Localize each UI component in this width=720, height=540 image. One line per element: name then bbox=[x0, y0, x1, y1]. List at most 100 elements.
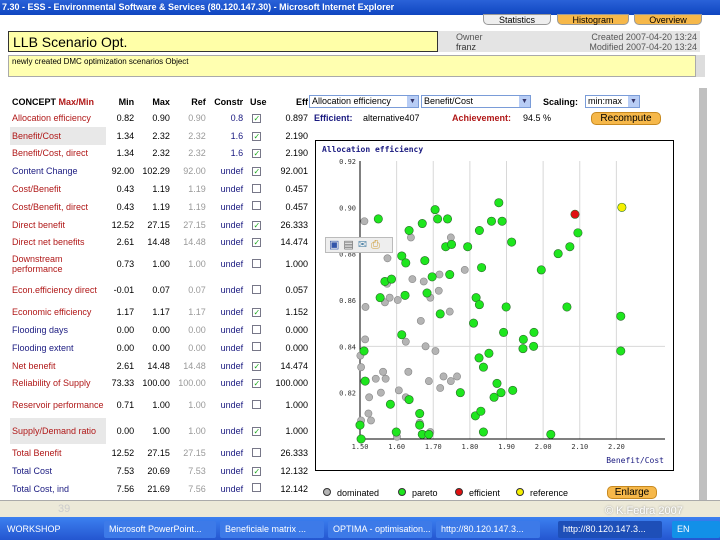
concept-name[interactable]: Benefit/Cost bbox=[10, 126, 106, 145]
concept-name[interactable]: Benefit/Cost, direct bbox=[10, 145, 106, 163]
concept-name[interactable]: Total Cost, ind bbox=[10, 480, 106, 498]
constraint-value[interactable]: undef bbox=[208, 198, 245, 216]
constraint-value[interactable]: undef bbox=[208, 418, 245, 444]
modified-date: Modified 2007-04-20 13:24 bbox=[589, 42, 697, 52]
y-criterion-select[interactable]: Allocation efficiency ▼ bbox=[309, 95, 419, 108]
constraint-value[interactable]: undef bbox=[208, 162, 245, 180]
histogram-button[interactable]: Histogram bbox=[557, 14, 629, 25]
concept-name[interactable]: Content Change bbox=[10, 162, 106, 180]
constraint-value[interactable]: undef bbox=[208, 339, 245, 357]
concept-name[interactable]: Cost/Benefit bbox=[10, 180, 106, 198]
x-tick-label: 2.10 bbox=[571, 443, 588, 451]
use-checkbox[interactable]: ✓ bbox=[252, 131, 262, 141]
constraint-value[interactable]: undef bbox=[208, 462, 245, 480]
use-checkbox[interactable] bbox=[252, 183, 262, 193]
taskbar-item-matrix[interactable]: Beneficiale matrix ... bbox=[220, 521, 324, 538]
maxmin-toggle[interactable]: Max/Min bbox=[59, 97, 95, 107]
use-checkbox[interactable] bbox=[252, 483, 262, 493]
table-row: Flooding days 0.00 0.00 0.00 undef 0.000 bbox=[10, 321, 310, 339]
constraint-value[interactable]: undef bbox=[208, 216, 245, 234]
concept-name[interactable]: Flooding days bbox=[10, 321, 106, 339]
description-field[interactable]: newly created DMC optimization scenarios… bbox=[8, 55, 696, 77]
use-checkbox[interactable]: ✓ bbox=[252, 238, 262, 248]
print-icon[interactable]: ⎙ bbox=[371, 239, 384, 251]
statistics-button[interactable]: Statistics bbox=[483, 14, 551, 25]
concept-name[interactable]: Reservoir performance bbox=[10, 392, 106, 418]
x-criterion-select[interactable]: Benefit/Cost ▼ bbox=[421, 95, 531, 108]
constraint-value[interactable]: 0.8 bbox=[208, 109, 245, 127]
taskbar-item-ie-1[interactable]: http://80.120.147.3... bbox=[436, 521, 540, 538]
scaling-select[interactable]: min:max ▼ bbox=[585, 95, 640, 108]
concept-name[interactable]: Net benefit bbox=[10, 357, 106, 375]
concept-name[interactable]: Downstream performance bbox=[10, 251, 106, 277]
use-checkbox[interactable]: ✓ bbox=[252, 379, 262, 389]
constraint-value[interactable]: undef bbox=[208, 480, 245, 498]
use-checkbox[interactable] bbox=[252, 342, 262, 352]
taskbar-item-optima[interactable]: OPTIMA - optimisation... bbox=[328, 521, 432, 538]
use-checkbox[interactable] bbox=[252, 399, 262, 409]
taskbar-item-ie-2[interactable]: http://80.120.147.3... bbox=[558, 521, 662, 538]
page-scrollbar[interactable] bbox=[699, 88, 707, 500]
use-checkbox[interactable] bbox=[252, 447, 262, 457]
constraint-value[interactable]: undef bbox=[208, 357, 245, 375]
use-checkbox[interactable] bbox=[252, 324, 262, 334]
eff-value: 1.000 bbox=[285, 400, 308, 411]
table-row: Allocation efficiency 0.82 0.90 0.90 0.8… bbox=[10, 109, 310, 127]
eff-value: 0.457 bbox=[285, 184, 308, 195]
description-scrollbar[interactable] bbox=[696, 55, 705, 77]
save-icon[interactable]: ▣ bbox=[329, 239, 343, 251]
x-tick-label: 1.60 bbox=[388, 443, 405, 451]
use-checkbox[interactable] bbox=[252, 258, 262, 268]
concept-name[interactable]: Total Cost bbox=[10, 462, 106, 480]
pareto-point bbox=[360, 376, 370, 386]
constraint-value[interactable]: undef bbox=[208, 392, 245, 418]
table-row: Direct net benefits 2.61 14.48 14.48 und… bbox=[10, 234, 310, 252]
use-checkbox[interactable]: ✓ bbox=[252, 149, 262, 159]
max-value: 1.19 bbox=[152, 184, 170, 195]
concept-name[interactable]: Cost/Benefit, direct bbox=[10, 198, 106, 216]
table-row: Cost/Benefit, direct 0.43 1.19 1.19 unde… bbox=[10, 198, 310, 216]
concept-name[interactable]: Reliability of Supply bbox=[10, 375, 106, 393]
concept-name[interactable]: Economic efficiency bbox=[10, 303, 106, 321]
print-preview-icon[interactable]: ▤ bbox=[343, 239, 357, 251]
enlarge-button[interactable]: Enlarge bbox=[607, 486, 657, 499]
use-checkbox[interactable]: ✓ bbox=[252, 113, 262, 123]
constraint-value[interactable]: undef bbox=[208, 234, 245, 252]
concept-header: CONCEPT bbox=[12, 97, 57, 107]
chevron-down-icon: ▼ bbox=[519, 96, 530, 107]
concept-name[interactable]: Direct benefit bbox=[10, 216, 106, 234]
constraint-value[interactable]: undef bbox=[208, 321, 245, 339]
concept-name[interactable]: Flooding extent bbox=[10, 339, 106, 357]
constraint-value[interactable]: undef bbox=[208, 180, 245, 198]
taskbar-item-powerpoint[interactable]: Microsoft PowerPoint... bbox=[104, 521, 216, 538]
use-checkbox[interactable] bbox=[252, 284, 262, 294]
use-checkbox[interactable]: ✓ bbox=[252, 220, 262, 230]
concept-name[interactable]: Econ.efficiency direct bbox=[10, 277, 106, 303]
use-checkbox[interactable]: ✓ bbox=[252, 467, 262, 477]
min-value: 0.00 bbox=[116, 342, 135, 353]
dominated-point bbox=[421, 342, 430, 351]
constraint-value[interactable]: undef bbox=[208, 303, 245, 321]
constraint-value[interactable]: 1.6 bbox=[208, 145, 245, 163]
concept-name[interactable]: Supply/Demand ratio bbox=[10, 418, 106, 445]
use-checkbox[interactable] bbox=[252, 201, 262, 211]
recompute-button[interactable]: Recompute bbox=[591, 112, 661, 125]
constraint-value[interactable]: undef bbox=[208, 375, 245, 393]
concept-name[interactable]: Direct net benefits bbox=[10, 234, 106, 252]
concept-name[interactable]: Total Benefit bbox=[10, 444, 106, 462]
language-indicator[interactable]: EN bbox=[672, 521, 720, 538]
use-checkbox[interactable]: ✓ bbox=[252, 308, 262, 318]
use-checkbox[interactable]: ✓ bbox=[252, 361, 262, 371]
dominated-point bbox=[424, 377, 433, 385]
email-icon[interactable]: ✉ bbox=[358, 239, 371, 251]
use-checkbox[interactable]: ✓ bbox=[252, 167, 262, 177]
constraint-value[interactable]: undef bbox=[208, 277, 245, 303]
max-header: Max bbox=[152, 97, 170, 107]
constraint-value[interactable]: undef bbox=[208, 251, 245, 277]
constraint-value[interactable]: 1.6 bbox=[208, 127, 245, 145]
concept-name[interactable]: Allocation efficiency bbox=[10, 109, 106, 127]
overview-button[interactable]: Overview bbox=[634, 14, 702, 25]
constraint-value[interactable]: undef bbox=[208, 444, 245, 462]
taskbar-item-workshop[interactable]: WORKSHOP bbox=[2, 521, 102, 538]
use-checkbox[interactable]: ✓ bbox=[252, 427, 262, 437]
